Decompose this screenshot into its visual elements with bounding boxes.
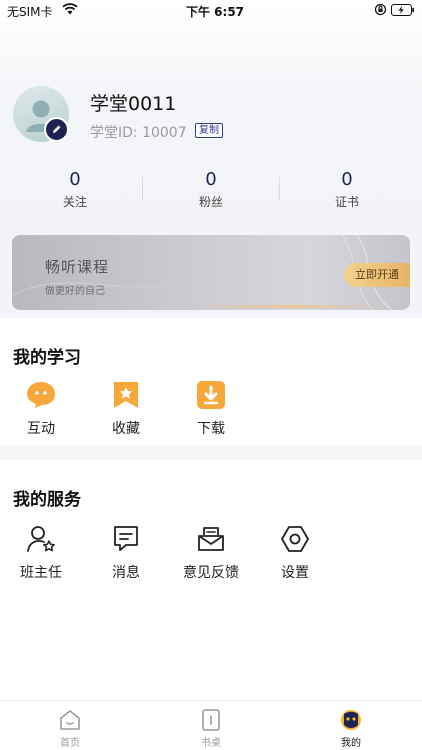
user-id: 学堂ID: 10007 [90,125,187,141]
feedback-icon [198,527,224,551]
tab-label: 书桌 [201,738,221,749]
carrier-label: 无SIM卡 [7,5,53,19]
stat-value: 0 [205,169,217,190]
username: 学堂0011 [90,93,177,115]
section-divider [0,446,422,460]
interaction-item[interactable]: 互动 [6,380,76,438]
tab-home[interactable]: 首页 [40,708,100,749]
item-label: 消息 [112,565,140,581]
banner-title: 畅听课程 [45,258,110,276]
battery-charging-icon [391,4,415,19]
banner-glow [192,305,392,308]
stat-divider [142,177,143,201]
favorites-item[interactable]: 收藏 [91,380,161,438]
bottom-tab-bar: 首页 书桌 我的 [0,700,422,750]
copy-id-button[interactable]: 复制 [195,123,223,138]
head-teacher-item[interactable]: 班主任 [6,524,76,582]
tab-mine[interactable]: 我的 [321,708,381,749]
user-star-icon [27,526,55,552]
messages-item[interactable]: 消息 [91,524,161,582]
my-services-section: 我的服务 班主任 消息 意见反馈 设置 [0,460,422,700]
feedback-item[interactable]: 意见反馈 [176,524,246,582]
stat-value: 0 [341,169,353,190]
activate-now-button[interactable]: 立即开通 [344,263,410,287]
tab-desk[interactable]: 书桌 [181,708,241,749]
my-learning-section: 我的学习 互动 收藏 下载 [0,318,422,446]
stat-divider [279,177,280,201]
message-icon [114,526,138,551]
stat-certificates[interactable]: 0 证书 [307,170,387,210]
section-title: 我的服务 [13,490,81,510]
item-label: 班主任 [20,565,62,581]
item-label: 收藏 [112,421,140,437]
download-icon [197,381,225,409]
chat-bubble-icon [27,382,55,408]
edit-avatar-button[interactable] [44,117,69,142]
vip-banner[interactable]: 畅听课程 做更好的自己 立即开通 [12,235,410,310]
stat-following[interactable]: 0 关注 [35,170,115,210]
item-label: 意见反馈 [183,565,239,581]
settings-item[interactable]: 设置 [260,524,330,582]
tab-label: 我的 [341,738,361,749]
home-icon [60,710,80,730]
stat-fans[interactable]: 0 粉丝 [171,170,251,210]
stat-label: 关注 [62,195,87,209]
book-icon [202,709,220,731]
stat-label: 粉丝 [198,195,223,209]
item-label: 设置 [281,565,309,581]
downloads-item[interactable]: 下载 [176,380,246,438]
wifi-icon [62,3,78,18]
profile-face-icon [341,710,361,730]
status-bar: 无SIM卡 下午 6:57 [0,0,422,22]
item-label: 互动 [27,421,55,437]
banner-subtitle: 做更好的自己 [45,286,105,297]
item-label: 下载 [197,421,225,437]
stat-value: 0 [69,169,81,190]
pencil-icon [53,125,61,133]
clock-time: 下午 6:57 [186,5,245,19]
section-title: 我的学习 [13,348,81,368]
settings-hex-icon [281,526,309,552]
tab-label: 首页 [60,738,80,749]
bookmark-star-icon [114,382,138,408]
stat-label: 证书 [334,195,359,209]
orientation-lock-icon [374,3,387,19]
